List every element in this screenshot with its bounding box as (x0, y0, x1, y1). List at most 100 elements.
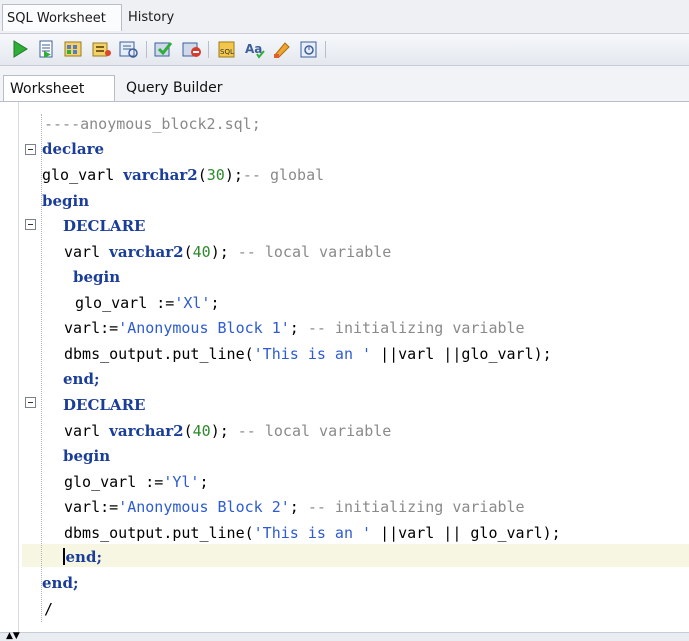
code-line-14: begin (63, 443, 110, 469)
svg-text:SQL: SQL (220, 48, 234, 56)
punct: ; (210, 294, 220, 312)
keyword: end; (42, 574, 79, 592)
identifier: ||varl ||glo_varl); (371, 345, 552, 363)
identifier: varl (64, 243, 110, 261)
code-line-17: dbms_output.put_line('This is an ' ||var… (64, 520, 561, 546)
code-line-7: begin (73, 264, 120, 290)
tab-worksheet[interactable]: Worksheet (3, 75, 115, 101)
keyword: begin (63, 447, 111, 465)
svg-text:Aa: Aa (245, 42, 262, 56)
code-line-20: / (44, 596, 53, 622)
tab-query-builder[interactable]: Query Builder (126, 75, 223, 101)
identifier: glo_varl := (64, 473, 164, 491)
code-line-8: glo_varl :='Xl'; (75, 290, 220, 316)
worksheet-toolbar: SQL Aa (0, 34, 689, 66)
code-line-19: end; (42, 570, 78, 596)
clear-icon[interactable] (270, 37, 294, 61)
punct: ( (183, 422, 193, 440)
toolbar-separator (325, 41, 326, 58)
to-upper-lower-icon[interactable]: Aa (243, 37, 267, 61)
comment-text: -- local variable (237, 243, 392, 261)
sql-tuning-advisor-icon[interactable] (117, 37, 141, 61)
sql-editor[interactable]: ----anoymous_block2.sql; declare glo_var… (0, 102, 689, 632)
identifier: glo_varl := (75, 294, 175, 312)
comment-text: -- initializing variable (307, 319, 525, 337)
code-line-5: DECLARE (63, 213, 145, 239)
string-literal: 'This is an ' (253, 345, 372, 363)
string-literal: 'Anonymous Block 1' (118, 319, 290, 337)
tab-sql-worksheet[interactable]: SQL Worksheet (2, 4, 122, 31)
identifier: varl:= (64, 319, 119, 337)
string-literal: 'Yl' (163, 473, 200, 491)
punct: ); (210, 243, 238, 261)
split-arrows-icon[interactable]: ▲▼ (6, 632, 20, 641)
number-literal: 30 (206, 166, 225, 184)
fold-collapse-icon[interactable] (25, 219, 36, 230)
code-line-2: declare (42, 136, 104, 162)
code-line-16: varl:='Anonymous Block 2'; -- initializi… (64, 494, 525, 520)
autotrace-icon[interactable] (62, 37, 86, 61)
code-line-11: end; (63, 366, 99, 392)
identifier: glo_varl (42, 166, 124, 184)
punct: ); (224, 166, 243, 184)
number-literal: 40 (192, 243, 211, 261)
keyword: declare (42, 140, 105, 158)
fold-collapse-icon[interactable] (25, 144, 36, 155)
comment-text: -- local variable (237, 422, 392, 440)
gutter-divider (18, 102, 19, 632)
worksheet-tab-bar: SQL Worksheet History (0, 0, 689, 34)
code-line-13: varl varchar2(40); -- local variable (64, 418, 391, 444)
string-literal: 'Anonymous Block 2' (118, 498, 290, 516)
code-line-12: DECLARE (63, 392, 145, 418)
code-line-10: dbms_output.put_line('This is an ' ||var… (64, 341, 552, 367)
explain-plan-icon[interactable] (90, 37, 114, 61)
fold-collapse-icon[interactable] (25, 397, 36, 408)
keyword: DECLARE (63, 396, 146, 414)
punct: ( (197, 166, 207, 184)
comment-text: -- initializing variable (307, 498, 525, 516)
code-line-9: varl:='Anonymous Block 1'; -- initializi… (64, 315, 525, 341)
editor-tab-bar: Worksheet Query Builder (0, 66, 689, 102)
commit-icon[interactable] (152, 37, 176, 61)
current-line-highlight (22, 544, 689, 567)
punct: ; (199, 473, 209, 491)
punct: ( (183, 243, 193, 261)
text-caret (63, 548, 65, 565)
keyword: begin (42, 192, 90, 210)
code-line-6: varl varchar2(40); -- local variable (64, 239, 391, 265)
tab-history[interactable]: History (124, 4, 184, 31)
run-script-icon[interactable] (34, 37, 58, 61)
sql-history-icon[interactable] (297, 37, 321, 61)
identifier: / (44, 600, 54, 618)
number-literal: 40 (192, 422, 211, 440)
unshared-sql-worksheet-icon[interactable]: SQL (215, 37, 239, 61)
code-line-18: end; (63, 544, 102, 570)
identifier: dbms_output.put_line( (64, 524, 254, 542)
punct: ); (210, 422, 238, 440)
code-line-3: glo_varl varchar2(30);-- global (42, 162, 324, 188)
rollback-icon[interactable] (180, 37, 204, 61)
toolbar-separator (208, 41, 209, 58)
keyword: begin (73, 268, 121, 286)
punct: ; (289, 319, 308, 337)
identifier: dbms_output.put_line( (64, 345, 254, 363)
identifier: varl (64, 422, 110, 440)
identifier: ||varl || glo_varl); (371, 524, 561, 542)
keyword: varchar2 (109, 422, 184, 440)
keyword: end; (65, 548, 102, 566)
keyword: varchar2 (109, 243, 184, 261)
keyword: varchar2 (123, 166, 198, 184)
punct: ; (289, 498, 308, 516)
keyword: DECLARE (63, 217, 146, 235)
comment-text: ----anoymous_block2.sql; (44, 115, 261, 133)
string-literal: 'This is an ' (253, 524, 372, 542)
keyword: end; (63, 370, 100, 388)
toolbar-separator (146, 41, 147, 58)
string-literal: 'Xl' (174, 294, 211, 312)
code-line-1: ----anoymous_block2.sql; (44, 111, 261, 137)
code-line-15: glo_varl :='Yl'; (64, 469, 209, 495)
identifier: varl:= (64, 498, 119, 516)
run-statement-icon[interactable] (8, 37, 32, 61)
comment-text: -- global (242, 166, 325, 184)
code-line-4: begin (42, 188, 89, 214)
